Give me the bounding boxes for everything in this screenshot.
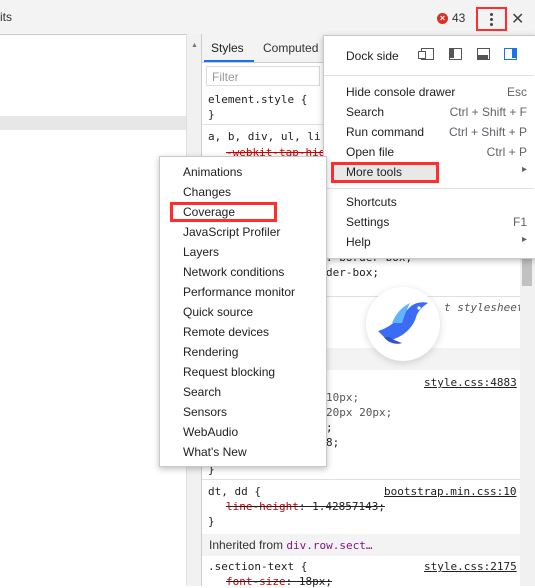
- submenu-arrow-icon: ▸: [521, 234, 527, 245]
- dock-left-icon[interactable]: [449, 48, 462, 60]
- dock-bottom-icon[interactable]: [477, 48, 490, 60]
- menu-separator: [324, 75, 534, 76]
- shortcut-label: F1: [512, 215, 527, 229]
- css-brace: }: [208, 515, 215, 528]
- menu-item-search[interactable]: Search: [346, 105, 384, 119]
- source-link[interactable]: bootstrap.min.css:10: [384, 485, 516, 498]
- scrollbar-thumb[interactable]: [522, 258, 532, 286]
- css-rule-selector[interactable]: element.style {: [208, 93, 307, 106]
- customize-menu-button[interactable]: [476, 7, 507, 31]
- menu-item-run-command[interactable]: Run command: [346, 125, 424, 139]
- css-value[interactable]: 10px;: [326, 391, 359, 404]
- dock-right-icon[interactable]: [504, 48, 517, 60]
- hummingbird-icon: [378, 302, 428, 344]
- submenu-item-remote-devices[interactable]: Remote devices: [183, 325, 269, 339]
- submenu-item-webaudio[interactable]: WebAudio: [183, 425, 238, 439]
- css-property-overridden[interactable]: font-size: 18px;: [226, 575, 332, 588]
- css-property-value: : 1.42857143;: [298, 500, 385, 513]
- source-link[interactable]: style.css:4883: [424, 376, 517, 389]
- css-property-name: font-size: [226, 575, 286, 588]
- shortcut-label: Ctrl + Shift + F: [449, 105, 527, 119]
- scroll-up-arrow-icon[interactable]: ▲: [191, 42, 198, 49]
- user-agent-stylesheet-label: t stylesheet: [444, 301, 524, 314]
- submenu-item-request-blocking[interactable]: Request blocking: [183, 365, 275, 379]
- inherited-selector-link[interactable]: div.row.sect…: [286, 539, 372, 552]
- shortcut-label: Esc: [506, 85, 527, 99]
- dock-side-label: Dock side: [346, 49, 399, 63]
- dock-undock-icon[interactable]: [418, 48, 434, 60]
- tab-computed[interactable]: Computed: [263, 41, 318, 55]
- submenu-arrow-icon: ▸: [521, 164, 527, 175]
- submenu-item-javascript-profiler[interactable]: JavaScript Profiler: [183, 225, 280, 239]
- error-icon[interactable]: ×: [437, 13, 448, 24]
- css-property-value: : 18px;: [285, 575, 332, 588]
- menu-item-more-tools[interactable]: More tools: [346, 165, 402, 179]
- error-count[interactable]: 43: [452, 11, 465, 25]
- submenu-item-network-conditions[interactable]: Network conditions: [183, 265, 284, 279]
- css-property-overridden[interactable]: line-height: 1.42857143;: [226, 500, 385, 513]
- panel-tab-partial[interactable]: its: [0, 10, 12, 24]
- submenu-item-layers[interactable]: Layers: [183, 245, 219, 259]
- menu-item-help[interactable]: Help: [346, 235, 371, 249]
- kebab-dot-icon: [490, 18, 493, 21]
- menu-item-shortcuts[interactable]: Shortcuts: [346, 195, 397, 209]
- css-value[interactable]: 20px 20px;: [326, 406, 392, 419]
- css-rule-selector[interactable]: a, b, div, ul, li: [208, 130, 321, 143]
- css-property-name: line-height: [226, 500, 299, 513]
- css-rule-selector[interactable]: dt, dd {: [208, 485, 261, 498]
- submenu-item-sensors[interactable]: Sensors: [183, 405, 227, 419]
- tab-styles[interactable]: Styles: [211, 41, 244, 55]
- selected-dom-row[interactable]: [0, 116, 186, 130]
- menu-separator: [324, 188, 534, 189]
- submenu-item-performance-monitor[interactable]: Performance monitor: [183, 285, 295, 299]
- submenu-item-whats-new[interactable]: What's New: [183, 445, 247, 459]
- styles-filter-input[interactable]: Filter: [206, 66, 320, 86]
- menu-item-hide-console-drawer[interactable]: Hide console drawer: [346, 85, 455, 99]
- active-tab-indicator: [204, 60, 254, 62]
- submenu-item-changes[interactable]: Changes: [183, 185, 231, 199]
- menu-item-settings[interactable]: Settings: [346, 215, 389, 229]
- close-icon[interactable]: ✕: [511, 9, 524, 29]
- source-link[interactable]: style.css:2175: [424, 560, 517, 573]
- menu-item-open-file[interactable]: Open file: [346, 145, 394, 159]
- css-rule-selector[interactable]: .section-text {: [208, 560, 307, 573]
- css-value[interactable]: der-box;: [326, 266, 379, 279]
- submenu-item-coverage[interactable]: Coverage: [183, 205, 235, 219]
- submenu-item-animations[interactable]: Animations: [183, 165, 242, 179]
- inherited-label: Inherited from div.row.sect…: [209, 538, 372, 552]
- kebab-dot-icon: [490, 23, 493, 26]
- hummingbird-logo-icon: [366, 287, 440, 361]
- css-value[interactable]: 8;: [326, 436, 339, 449]
- inherited-text: Inherited from: [209, 538, 284, 552]
- kebab-dot-icon: [490, 13, 493, 16]
- shortcut-label: Ctrl + P: [486, 145, 527, 159]
- submenu-item-quick-source[interactable]: Quick source: [183, 305, 253, 319]
- shortcut-label: Ctrl + Shift + P: [448, 125, 527, 139]
- css-brace: }: [208, 108, 215, 121]
- submenu-item-search[interactable]: Search: [183, 385, 221, 399]
- rule-separator: [202, 479, 520, 480]
- submenu-item-rendering[interactable]: Rendering: [183, 345, 238, 359]
